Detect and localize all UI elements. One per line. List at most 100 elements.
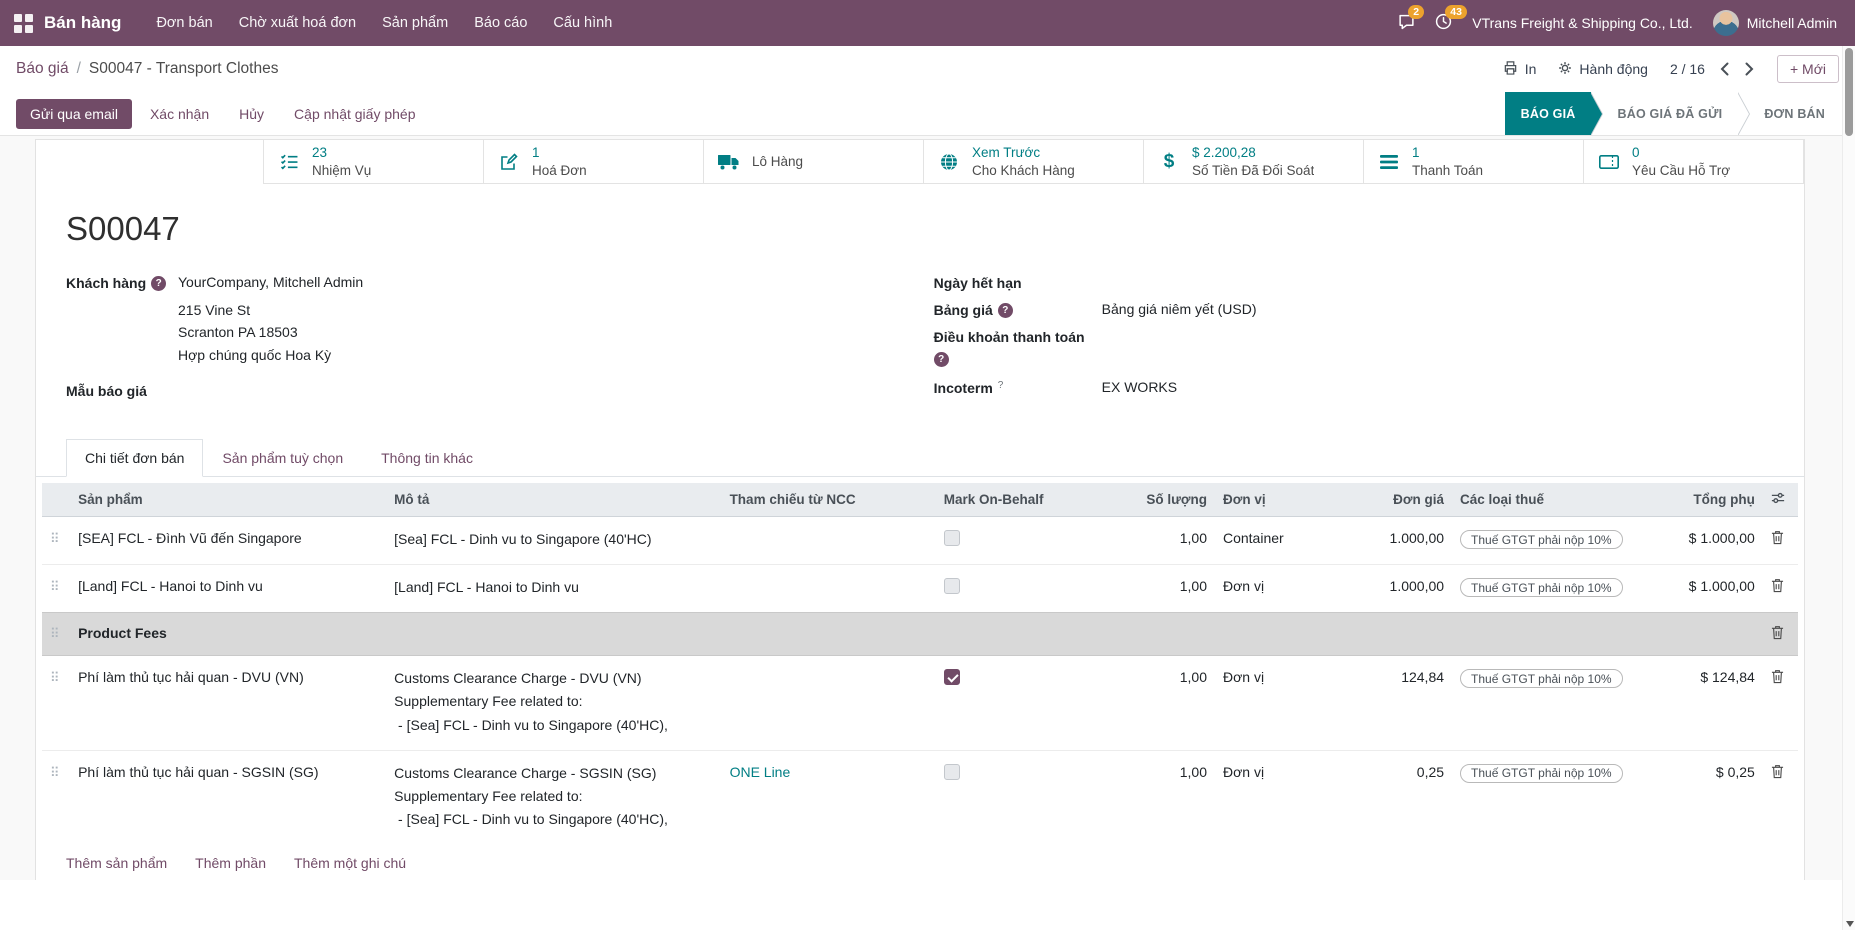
cell-vendor-ref[interactable]: ONE Line: [722, 750, 936, 844]
customer-field-label: Khách hàng ?: [66, 274, 178, 291]
delete-row-icon[interactable]: [1771, 764, 1784, 779]
stat-button-payments[interactable]: 1Thanh Toán: [1363, 139, 1584, 184]
stat-button-support-tickets[interactable]: 0Yêu Cầu Hỗ Trợ: [1583, 139, 1804, 184]
dollar-icon: $: [1156, 151, 1182, 173]
status-step-quotation[interactable]: BÁO GIÁ: [1505, 92, 1592, 136]
menu-orders[interactable]: Đơn bán: [143, 0, 225, 46]
stat-button-invoices[interactable]: 1Hoá Đơn: [483, 139, 704, 184]
cell-subtotal: $ 1.000,00: [1628, 565, 1763, 613]
delete-row-icon[interactable]: [1771, 625, 1784, 640]
cell-qty[interactable]: 1,00: [1087, 517, 1215, 565]
cell-qty[interactable]: 1,00: [1087, 750, 1215, 844]
menu-configuration[interactable]: Cấu hình: [540, 0, 625, 46]
new-button[interactable]: + Mới: [1777, 55, 1839, 83]
delete-row-icon[interactable]: [1771, 530, 1784, 545]
print-button[interactable]: In: [1503, 60, 1537, 78]
form-sheet: 23Nhiệm Vụ 1Hoá Đơn Lô Hàng: [35, 139, 1805, 880]
cell-product[interactable]: [SEA] FCL - Đình Vũ đến Singapore: [70, 517, 386, 565]
apps-grid-icon[interactable]: [14, 14, 33, 33]
tax-tag[interactable]: Thuế GTGT phải nộp 10%: [1460, 578, 1623, 597]
status-step-quotation-sent[interactable]: BÁO GIÁ ĐÃ GỬI: [1591, 92, 1738, 136]
optional-columns-toggle[interactable]: [1763, 483, 1798, 517]
cell-unit-price[interactable]: 1.000,00: [1320, 565, 1452, 613]
tab-other-info[interactable]: Thông tin khác: [362, 439, 492, 477]
scrollbar-down-arrow[interactable]: [1846, 921, 1854, 927]
pager-previous-icon[interactable]: [1719, 62, 1730, 76]
cell-unit-price[interactable]: 1.000,00: [1320, 517, 1452, 565]
activities-button[interactable]: 43: [1435, 13, 1452, 33]
section-title[interactable]: Product Fees: [70, 613, 1763, 656]
cancel-button[interactable]: Hủy: [227, 99, 276, 129]
scrollbar-thumb[interactable]: [1845, 48, 1853, 136]
company-switcher[interactable]: VTrans Freight & Shipping Co., Ltd.: [1472, 15, 1692, 31]
pager-counter[interactable]: 2 / 16: [1670, 61, 1705, 77]
drag-handle-icon[interactable]: ⠿: [50, 531, 60, 546]
stat-button-reconciled-amount[interactable]: $ $ 2.200,28Số Tiền Đã Đối Soát: [1143, 139, 1364, 184]
order-line-row: ⠿ Phí làm thủ tục hải quan - DVU (VN) Cu…: [42, 656, 1798, 750]
cell-subtotal: $ 124,84: [1628, 656, 1763, 750]
stat-button-shipments[interactable]: Lô Hàng: [703, 139, 924, 184]
cell-vendor-ref[interactable]: [722, 517, 936, 565]
customer-field-value[interactable]: YourCompany, Mitchell Admin: [178, 274, 363, 290]
tax-tag[interactable]: Thuế GTGT phải nộp 10%: [1460, 669, 1623, 688]
drag-handle-icon[interactable]: ⠿: [50, 626, 60, 641]
pager-next-icon[interactable]: [1744, 62, 1755, 76]
confirm-button[interactable]: Xác nhận: [138, 99, 221, 129]
cell-product[interactable]: [Land] FCL - Hanoi to Dinh vu: [70, 565, 386, 613]
mark-on-behalf-checkbox[interactable]: [944, 578, 960, 594]
cell-qty[interactable]: 1,00: [1087, 656, 1215, 750]
cell-uom[interactable]: Container: [1215, 517, 1320, 565]
app-name[interactable]: Bán hàng: [44, 13, 121, 33]
mark-on-behalf-checkbox[interactable]: [944, 530, 960, 546]
drag-handle-icon[interactable]: ⠿: [50, 765, 60, 780]
cell-qty[interactable]: 1,00: [1087, 565, 1215, 613]
form-fields: Khách hàng ? YourCompany, Mitchell Admin…: [66, 274, 1774, 407]
menu-products[interactable]: Sản phẩm: [369, 0, 461, 46]
status-step-sales-order[interactable]: ĐƠN BÁN: [1738, 92, 1841, 136]
menu-to-invoice[interactable]: Chờ xuất hoá đơn: [226, 0, 369, 46]
update-license-button[interactable]: Cập nhật giấy phép: [282, 99, 427, 129]
cell-uom[interactable]: Đơn vị: [1215, 565, 1320, 613]
stat-button-customer-preview[interactable]: Xem TrướcCho Khách Hàng: [923, 139, 1144, 184]
cell-product[interactable]: Phí làm thủ tục hải quan - DVU (VN): [70, 656, 386, 750]
action-menu-button[interactable]: Hành động: [1558, 61, 1648, 78]
mark-on-behalf-checkbox[interactable]: [944, 669, 960, 685]
stat-button-tasks[interactable]: 23Nhiệm Vụ: [263, 139, 484, 184]
line-add-links: Thêm sản phẩm Thêm phần Thêm một ghi chú: [42, 844, 1798, 880]
cell-uom[interactable]: Đơn vị: [1215, 750, 1320, 844]
pencil-square-icon: [496, 153, 522, 171]
cell-uom[interactable]: Đơn vị: [1215, 656, 1320, 750]
add-product-link[interactable]: Thêm sản phẩm: [66, 855, 167, 871]
menu-reporting[interactable]: Báo cáo: [461, 0, 540, 46]
incoterm-field-value[interactable]: EX WORKS: [1102, 379, 1177, 395]
pricelist-field-value[interactable]: Bảng giá niêm yết (USD): [1102, 301, 1257, 317]
add-note-link[interactable]: Thêm một ghi chú: [294, 855, 406, 871]
drag-handle-icon[interactable]: ⠿: [50, 670, 60, 685]
mark-on-behalf-checkbox[interactable]: [944, 764, 960, 780]
user-menu[interactable]: Mitchell Admin: [1713, 10, 1837, 36]
cell-description[interactable]: Customs Clearance Charge - DVU (VN) Supp…: [386, 656, 721, 750]
form-status-row: Gửi qua email Xác nhận Hủy Cập nhật giấy…: [0, 92, 1855, 136]
breadcrumb-quotations-link[interactable]: Báo giá: [16, 60, 69, 78]
cell-vendor-ref[interactable]: [722, 656, 936, 750]
tax-tag[interactable]: Thuế GTGT phải nộp 10%: [1460, 530, 1623, 549]
stat-value: Xem Trước: [972, 144, 1075, 162]
tab-optional-products[interactable]: Sản phẩm tuỳ chọn: [203, 439, 362, 477]
cell-description[interactable]: Customs Clearance Charge - SGSIN (SG) Su…: [386, 750, 721, 844]
messages-button[interactable]: 2: [1398, 13, 1415, 33]
user-name: Mitchell Admin: [1747, 15, 1837, 31]
vertical-scrollbar[interactable]: [1842, 46, 1855, 930]
cell-product[interactable]: Phí làm thủ tục hải quan - SGSIN (SG): [70, 750, 386, 844]
cell-vendor-ref[interactable]: [722, 565, 936, 613]
drag-handle-icon[interactable]: ⠿: [50, 579, 60, 594]
send-by-email-button[interactable]: Gửi qua email: [16, 99, 132, 129]
cell-unit-price[interactable]: 0,25: [1320, 750, 1452, 844]
tab-order-lines[interactable]: Chi tiết đơn bán: [66, 439, 203, 477]
cell-description[interactable]: [Sea] FCL - Dinh vu to Singapore (40'HC): [386, 517, 721, 565]
delete-row-icon[interactable]: [1771, 669, 1784, 684]
cell-description[interactable]: [Land] FCL - Hanoi to Dinh vu: [386, 565, 721, 613]
delete-row-icon[interactable]: [1771, 578, 1784, 593]
tax-tag[interactable]: Thuế GTGT phải nộp 10%: [1460, 764, 1623, 783]
cell-unit-price[interactable]: 124,84: [1320, 656, 1452, 750]
add-section-link[interactable]: Thêm phần: [195, 855, 266, 871]
